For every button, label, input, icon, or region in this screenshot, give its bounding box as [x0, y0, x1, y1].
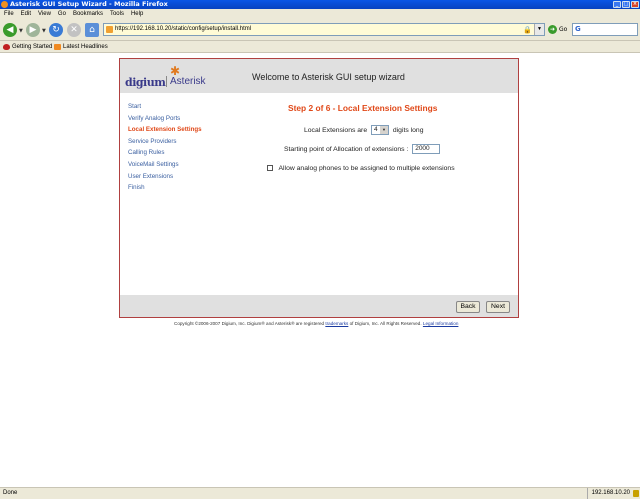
step-heading: Step 2 of 6 - Local Extension Settings — [288, 103, 438, 113]
rss-feed-icon — [54, 44, 61, 50]
menu-file[interactable]: File — [4, 9, 14, 19]
step-finish[interactable]: Finish — [128, 182, 202, 194]
multiple-extensions-row: Allow analog phones to be assigned to mu… — [267, 165, 455, 172]
bookmarks-toolbar: Getting Started Latest Headlines — [0, 41, 640, 53]
step-calling-rules[interactable]: Calling Rules — [128, 147, 202, 159]
step-start[interactable]: Start — [128, 101, 202, 113]
digium-asterisk-logo: digium ✱ Asterisk — [125, 65, 207, 91]
extension-length-row: Local Extensions are 4 ▼ digits long — [304, 125, 424, 135]
navigation-toolbar: ◀ ▼ ▶ ▼ ↻ ✕ ⌂ https://192.168.10.20/stat… — [0, 19, 640, 41]
step-user-extensions[interactable]: User Extensions — [128, 171, 202, 183]
bookmark-getting-started[interactable]: Getting Started — [3, 41, 52, 53]
window-controls: _ □ × — [613, 1, 639, 8]
logo-digium-text: digium — [125, 76, 166, 89]
copyright-text-after: of Digium, Inc. All Rights Reserved. — [349, 321, 422, 326]
menu-go[interactable]: Go — [58, 9, 66, 19]
url-dropdown-icon[interactable]: ▼ — [534, 24, 544, 35]
logo-asterisk-text: Asterisk — [166, 76, 206, 87]
extension-digits-value: 4 — [374, 126, 378, 133]
wizard-title: Welcome to Asterisk GUI setup wizard — [252, 72, 405, 82]
firefox-icon — [1, 1, 8, 8]
multiple-extensions-label: Allow analog phones to be assigned to mu… — [278, 165, 455, 172]
menu-edit[interactable]: Edit — [21, 9, 31, 19]
bookmark-latest-headlines[interactable]: Latest Headlines — [54, 41, 108, 53]
window-title-bar: Asterisk GUI Setup Wizard - Mozilla Fire… — [0, 0, 640, 9]
menu-help[interactable]: Help — [131, 9, 143, 19]
step-service-providers[interactable]: Service Providers — [128, 136, 202, 148]
lock-icon[interactable]: 🔒 — [523, 25, 532, 36]
menu-view[interactable]: View — [38, 9, 51, 19]
go-button[interactable]: ➜ Go — [548, 24, 567, 35]
forward-arrow-icon[interactable]: ▶ — [26, 23, 40, 37]
step-voicemail-settings[interactable]: VoiceMail Settings — [128, 159, 202, 171]
menu-bookmarks[interactable]: Bookmarks — [73, 9, 103, 19]
site-favicon-icon — [106, 26, 113, 33]
ext-label-after: digits long — [392, 126, 424, 134]
maximize-button[interactable]: □ — [622, 1, 630, 8]
status-bar: Done 192.168.10.20 — [0, 487, 640, 499]
window-title: Asterisk GUI Setup Wizard - Mozilla Fire… — [10, 0, 168, 8]
bookmark-label: Latest Headlines — [63, 44, 108, 50]
close-button[interactable]: × — [631, 1, 639, 8]
reload-icon[interactable]: ↻ — [49, 23, 63, 37]
home-icon[interactable]: ⌂ — [85, 23, 99, 37]
extension-digits-select[interactable]: 4 ▼ — [371, 125, 389, 135]
page-content: digium ✱ Asterisk Welcome to Asterisk GU… — [0, 54, 640, 486]
copyright-text: Copyright ©2006-2007 Digium, Inc. Digium… — [174, 321, 325, 326]
bookmark-label: Getting Started — [12, 44, 53, 50]
chevron-down-icon: ▼ — [380, 126, 388, 134]
stop-icon[interactable]: ✕ — [67, 23, 81, 37]
step-verify-analog-ports[interactable]: Verify Analog Ports — [128, 113, 202, 125]
firefox-bookmark-icon — [3, 44, 10, 50]
start-allocation-input[interactable]: 2000 — [412, 144, 441, 154]
start-allocation-label: Starting point of Allocation of extensio… — [284, 145, 409, 153]
legal-information-link[interactable]: Legal Information — [423, 321, 459, 326]
status-ip: 192.168.10.20 — [586, 488, 630, 499]
minimize-button[interactable]: _ — [613, 1, 621, 8]
menu-tools[interactable]: Tools — [110, 9, 124, 19]
address-bar[interactable]: https://192.168.10.20/static/config/setu… — [103, 23, 545, 36]
search-engine-icon: G — [575, 25, 581, 33]
next-button[interactable]: Next — [486, 301, 510, 313]
menu-bar: File Edit View Go Bookmarks Tools Help — [0, 9, 640, 19]
multiple-extensions-checkbox[interactable] — [267, 165, 273, 172]
setup-wizard-panel: digium ✱ Asterisk Welcome to Asterisk GU… — [119, 58, 519, 318]
secure-lock-icon[interactable] — [633, 490, 639, 497]
trademarks-link[interactable]: trademarks — [325, 321, 348, 326]
address-url: https://192.168.10.20/static/config/setu… — [115, 26, 252, 32]
back-button[interactable]: Back — [456, 301, 480, 313]
status-text: Done — [3, 490, 18, 496]
wizard-footer: Back Next — [120, 295, 518, 317]
step-local-extension-settings[interactable]: Local Extension Settings — [128, 124, 202, 136]
ext-label-before: Local Extensions are — [304, 126, 368, 134]
back-dropdown-icon[interactable]: ▼ — [19, 28, 23, 34]
start-allocation-row: Starting point of Allocation of extensio… — [284, 144, 441, 154]
forward-dropdown-icon[interactable]: ▼ — [42, 28, 46, 34]
go-label: Go — [559, 26, 568, 33]
search-input[interactable]: G — [572, 23, 638, 36]
go-arrow-icon: ➜ — [548, 25, 557, 34]
wizard-steps-nav: Start Verify Analog Ports Local Extensio… — [128, 101, 202, 194]
copyright-footer: Copyright ©2006-2007 Digium, Inc. Digium… — [174, 321, 458, 326]
back-arrow-icon[interactable]: ◀ — [3, 23, 17, 37]
wizard-header: digium ✱ Asterisk Welcome to Asterisk GU… — [120, 59, 518, 93]
